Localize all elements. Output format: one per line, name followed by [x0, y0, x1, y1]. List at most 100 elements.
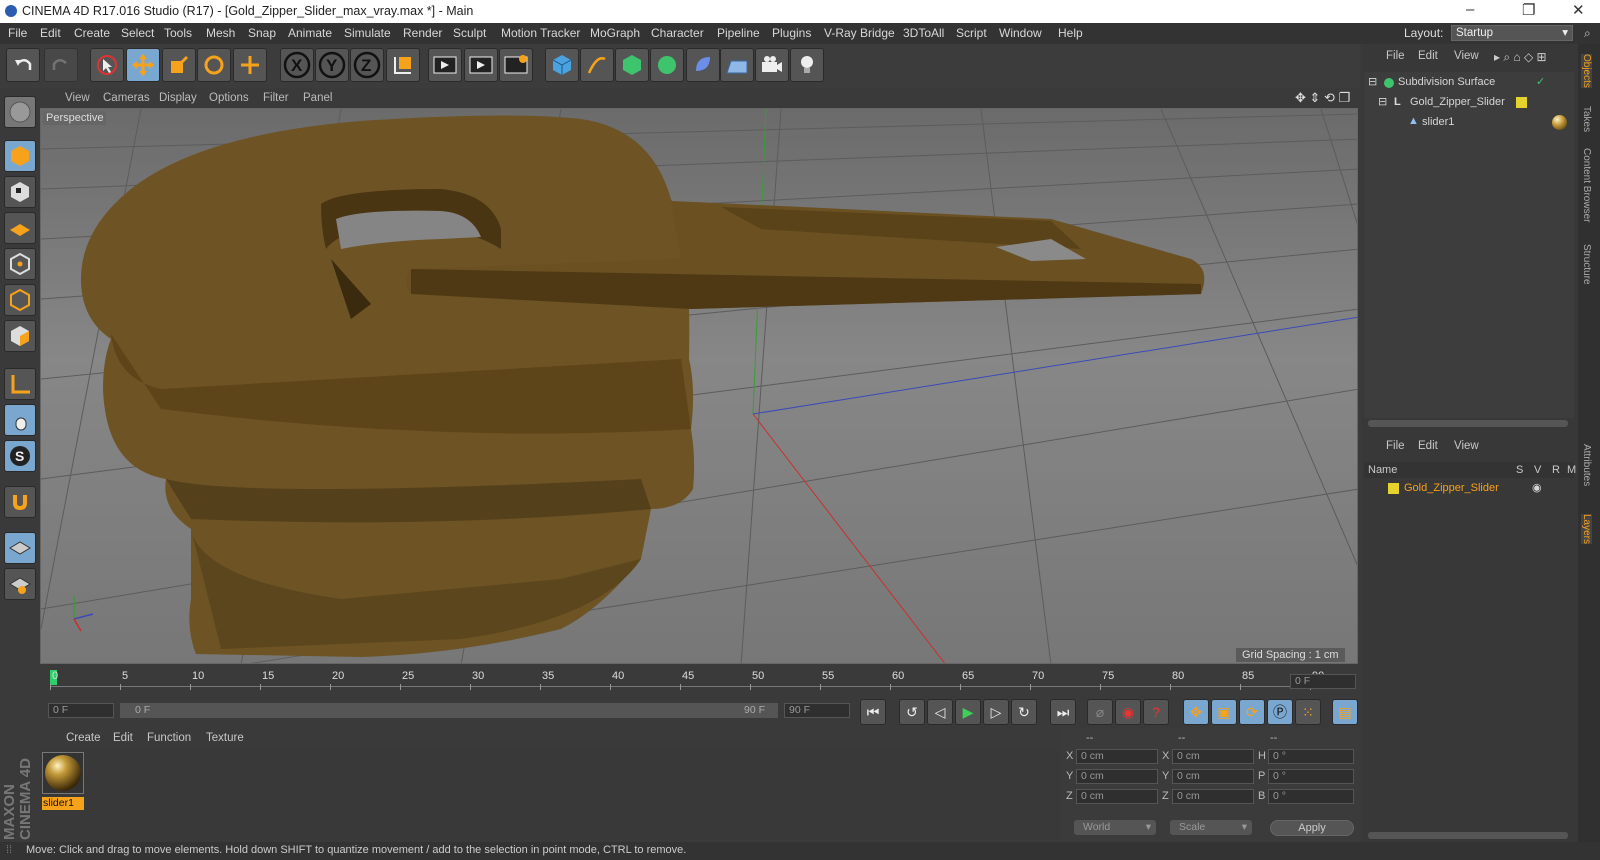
floor-object-button[interactable] — [720, 48, 754, 82]
menu-sculpt[interactable]: Sculpt — [453, 26, 486, 40]
viewport-menu-options[interactable]: Options — [209, 92, 249, 104]
tab-layers[interactable]: Layers — [1581, 514, 1592, 545]
close-icon[interactable]: ✕ — [1572, 1, 1585, 19]
object-tree-scrollbar[interactable] — [1368, 420, 1568, 427]
layer-menu-file[interactable]: File — [1386, 440, 1405, 452]
undo-button[interactable] — [6, 48, 40, 82]
timeline-layout-button[interactable]: ▤ — [1332, 699, 1358, 725]
cube-object-button[interactable] — [545, 48, 579, 82]
z-axis-lock-button[interactable]: Z — [350, 48, 384, 82]
size-mode-dropdown[interactable]: Scale ▾ — [1170, 820, 1252, 835]
object-row-slider1[interactable]: ▲ slider1 — [1364, 114, 1574, 132]
menu-create[interactable]: Create — [74, 26, 110, 40]
menu-mograph[interactable]: MoGraph — [590, 26, 640, 40]
subdivision-surface-button[interactable] — [615, 48, 649, 82]
texture-mode-button[interactable] — [4, 176, 36, 208]
viewport-menu-panel[interactable]: Panel — [303, 92, 332, 104]
timeline-ruler[interactable]: 051015202530354045505560657075808590 — [40, 666, 1360, 694]
tab-objects[interactable]: Objects — [1581, 54, 1592, 88]
polygons-mode-button[interactable] — [4, 320, 36, 352]
object-menu-view[interactable]: View — [1454, 50, 1479, 62]
size-y-field[interactable]: 0 cm — [1172, 769, 1254, 784]
tab-attributes[interactable]: Attributes — [1581, 444, 1592, 486]
key-rotation-button[interactable]: ⟳ — [1239, 699, 1265, 725]
x-axis-lock-button[interactable]: X — [280, 48, 314, 82]
object-menu-edit[interactable]: Edit — [1418, 50, 1438, 62]
camera-button[interactable] — [755, 48, 789, 82]
edges-mode-button[interactable] — [4, 284, 36, 316]
coordinate-system-button[interactable] — [386, 48, 420, 82]
redo-button[interactable] — [44, 48, 78, 82]
apply-button[interactable]: Apply — [1270, 820, 1354, 836]
end-frame-field[interactable]: 90 F — [784, 703, 850, 718]
layout-dropdown[interactable]: Startup ▾ — [1451, 25, 1573, 41]
play-forward-button[interactable]: ▶ — [955, 699, 981, 725]
pen-spline-button[interactable] — [580, 48, 614, 82]
coordinate-space-dropdown[interactable]: World ▾ — [1074, 820, 1156, 835]
locked-workplane-button[interactable] — [4, 532, 36, 564]
search-icon[interactable]: ⌕ — [1584, 26, 1591, 41]
maximize-icon[interactable]: ❐ — [1522, 1, 1535, 19]
menu-snap[interactable]: Snap — [248, 26, 276, 40]
menu-script[interactable]: Script — [956, 26, 987, 40]
menu-window[interactable]: Window — [999, 26, 1042, 40]
record-key-button[interactable]: ⌀ — [1087, 699, 1113, 725]
tab-takes[interactable]: Takes — [1581, 106, 1592, 132]
viewport-menu-display[interactable]: Display — [159, 92, 197, 104]
menu-help[interactable]: Help — [1058, 26, 1083, 40]
tree-collapse-icon[interactable]: ⊟ — [1378, 95, 1387, 108]
next-key-button[interactable]: ↻ — [1011, 699, 1037, 725]
live-selection-button[interactable] — [90, 48, 124, 82]
material-label[interactable]: slider1 — [42, 797, 84, 810]
go-to-start-button[interactable]: ⏮ — [860, 699, 886, 725]
rot-h-field[interactable]: 0 ° — [1268, 749, 1354, 764]
object-menu-file[interactable]: File — [1386, 50, 1405, 62]
material-menu-function[interactable]: Function — [147, 732, 191, 744]
menu-file[interactable]: File — [8, 26, 27, 40]
menu-character[interactable]: Character — [651, 26, 704, 40]
previous-key-button[interactable]: ↺ — [899, 699, 925, 725]
menu-motion-tracker[interactable]: Motion Tracker — [501, 26, 580, 40]
workplane-button[interactable] — [4, 212, 36, 244]
start-frame-field[interactable]: 0 F — [48, 703, 114, 718]
keyframe-selection-button[interactable]: ? — [1143, 699, 1169, 725]
transform-tool-button[interactable] — [233, 48, 267, 82]
object-row-gold-zipper-slider[interactable]: ⊟ L Gold_Zipper_Slider — [1364, 94, 1574, 112]
move-tool-button[interactable] — [126, 48, 160, 82]
scale-tool-button[interactable] — [162, 48, 196, 82]
key-parameter-button[interactable]: Ⓟ — [1267, 699, 1293, 725]
object-row-subdivision-surface[interactable]: ⊟ Subdivision Surface ✓ — [1364, 74, 1574, 92]
layer-menu-view[interactable]: View — [1454, 440, 1479, 452]
object-manager-tools-icons[interactable]: ▸ ⌕ ⌂ ◇ ⊞ — [1494, 50, 1547, 65]
previous-frame-button[interactable]: ◁ — [927, 699, 953, 725]
snap-button[interactable]: S — [4, 440, 36, 472]
tab-structure[interactable]: Structure — [1581, 244, 1592, 285]
axis-mode-button[interactable] — [4, 368, 36, 400]
layer-row-gold-zipper-slider[interactable]: Gold_Zipper_Slider ◉ — [1364, 480, 1574, 498]
viewport-menu-cameras[interactable]: Cameras — [103, 92, 150, 104]
layer-scrollbar[interactable] — [1368, 832, 1568, 839]
tree-collapse-icon[interactable]: ⊟ — [1368, 75, 1377, 88]
model-mode-button[interactable] — [4, 140, 36, 172]
menu-plugins[interactable]: Plugins — [772, 26, 811, 40]
pos-z-field[interactable]: 0 cm — [1076, 789, 1158, 804]
cloner-button[interactable] — [650, 48, 684, 82]
render-view-button[interactable] — [428, 48, 462, 82]
material-menu-texture[interactable]: Texture — [206, 732, 244, 744]
menu-3dtoall[interactable]: 3DToAll — [903, 26, 944, 40]
go-to-end-button[interactable]: ⏭ — [1050, 699, 1076, 725]
planar-workplane-button[interactable] — [4, 568, 36, 600]
key-scale-button[interactable]: ▣ — [1211, 699, 1237, 725]
viewport-menu-view[interactable]: View — [65, 92, 90, 104]
tweak-mode-button[interactable] — [4, 404, 36, 436]
minimize-icon[interactable]: – — [1466, 1, 1474, 18]
size-x-field[interactable]: 0 cm — [1172, 749, 1254, 764]
deformer-button[interactable] — [686, 48, 720, 82]
rot-b-field[interactable]: 0 ° — [1268, 789, 1354, 804]
current-frame-field[interactable]: 0 F — [1290, 674, 1356, 689]
y-axis-lock-button[interactable]: Y — [315, 48, 349, 82]
material-thumbnail[interactable] — [42, 752, 84, 794]
frame-range-slider[interactable]: 0 F 90 F — [120, 703, 778, 718]
menu-pipeline[interactable]: Pipeline — [717, 26, 760, 40]
menu-edit[interactable]: Edit — [40, 26, 61, 40]
